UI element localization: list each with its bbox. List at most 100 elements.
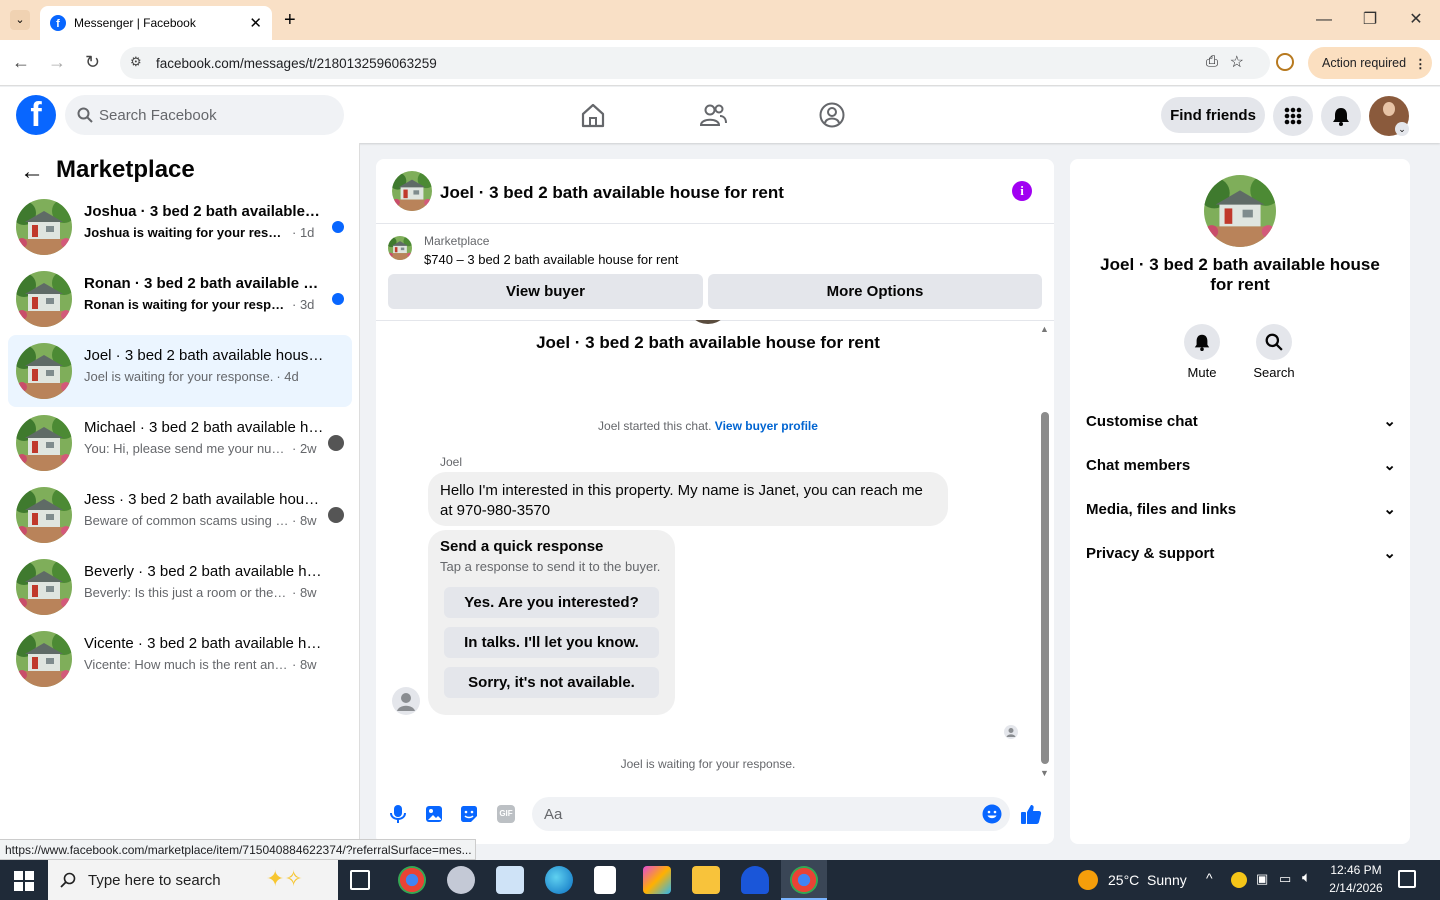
message-bubble[interactable]: Hello I'm interested in this property. M… (428, 472, 948, 526)
chat-members-row[interactable]: Chat members ⌄ (1086, 453, 1396, 477)
site-info-icon[interactable]: ⚙ (130, 54, 142, 70)
conversation-item[interactable]: Beverly · 3 bed 2 bath available house f… (8, 551, 352, 623)
clock-date[interactable]: 2/14/2026 (1326, 881, 1386, 895)
sun-icon (1078, 870, 1098, 890)
tab-list-icon[interactable]: ⌄ (10, 10, 30, 30)
gif-icon[interactable]: GIF (497, 805, 515, 823)
close-tab-icon[interactable]: ✕ (249, 14, 262, 32)
preview-text: Vicente: How much is the rent and when (84, 657, 289, 672)
task-view-icon[interactable] (350, 870, 370, 890)
document-app-icon[interactable] (594, 866, 616, 894)
search-conversation-button[interactable] (1256, 324, 1292, 360)
edge-app-icon[interactable] (545, 866, 573, 894)
message-input[interactable]: Aa (532, 797, 1010, 831)
notifications-button[interactable] (1321, 96, 1361, 136)
listing-thumbnail[interactable] (388, 236, 412, 260)
tray-app-icon[interactable] (1231, 872, 1247, 888)
customise-chat-row[interactable]: Customise chat ⌄ (1086, 409, 1396, 433)
view-buyer-button[interactable]: View buyer (388, 274, 703, 309)
copilot-app-icon[interactable] (643, 866, 671, 894)
listing-thumbnail (16, 343, 72, 399)
back-icon[interactable]: ← (12, 52, 30, 73)
quick-reply-not-available-button[interactable]: Sorry, it's not available. (444, 667, 659, 698)
search-icon (1265, 333, 1283, 351)
home-icon[interactable] (578, 100, 608, 130)
conversation-preview: Beverly: Is this just a room or the whol… (84, 585, 329, 600)
facebook-logo-icon[interactable]: f (16, 95, 56, 135)
volume-icon[interactable]: 🔈︎ (1302, 869, 1311, 886)
friends-icon[interactable] (698, 100, 728, 130)
file-explorer-icon[interactable] (692, 866, 720, 894)
preview-time: · 8w (292, 513, 317, 528)
chrome-app-icon[interactable] (398, 866, 426, 894)
facebook-search-input[interactable]: Search Facebook (65, 95, 344, 135)
photo-icon[interactable] (425, 805, 443, 823)
groups-icon[interactable] (817, 100, 847, 130)
conversation-item[interactable]: Michael · 3 bed 2 bath available house f… (8, 407, 352, 479)
chevron-down-icon: ⌄ (1383, 545, 1396, 562)
privacy-support-row[interactable]: Privacy & support ⌄ (1086, 541, 1396, 565)
read-receipt-avatar (328, 507, 344, 523)
scroll-down-icon[interactable]: ▼ (1040, 768, 1049, 778)
browser-tab[interactable]: f Messenger | Facebook ✕ (40, 6, 272, 40)
back-arrow-icon[interactable]: ← (20, 158, 44, 186)
clock-time[interactable]: 12:46 PM (1326, 863, 1386, 877)
conversation-item[interactable]: Ronan · 3 bed 2 bath available house for… (8, 263, 352, 335)
scroll-thumb[interactable] (1041, 412, 1049, 764)
thumbs-up-icon[interactable] (1020, 803, 1042, 825)
app-icon[interactable] (447, 866, 475, 894)
find-friends-button[interactable]: Find friends (1161, 97, 1265, 133)
conversation-item[interactable]: Vicente · 3 bed 2 bath available house f… (8, 623, 352, 695)
windows-start-icon[interactable] (14, 871, 34, 891)
mute-button[interactable] (1184, 324, 1220, 360)
chevron-down-icon[interactable]: ⌄ (1395, 122, 1409, 136)
notification-center-icon[interactable] (1398, 870, 1416, 888)
listing-title[interactable]: $740 – 3 bed 2 bath available house for … (424, 252, 678, 267)
restore-icon[interactable]: ❐ (1360, 10, 1380, 30)
menu-grid-button[interactable] (1273, 96, 1313, 136)
view-buyer-profile-link[interactable]: View buyer profile (715, 419, 818, 433)
profile-icon[interactable] (1276, 53, 1294, 71)
sticker-icon[interactable] (460, 805, 478, 823)
listing-thumbnail (16, 487, 72, 543)
close-window-icon[interactable]: ✕ (1406, 10, 1426, 30)
weather-text[interactable]: 25°C Sunny (1108, 872, 1187, 888)
facebook-favicon-icon: f (50, 15, 66, 31)
emoji-icon[interactable] (982, 804, 1002, 824)
preview-time: · 8w (292, 657, 317, 672)
conversation-item[interactable]: Joel · 3 bed 2 bath available house for … (8, 335, 352, 407)
action-required-button[interactable]: Action required ⋮ (1308, 47, 1432, 79)
notepad-app-icon[interactable] (496, 866, 524, 894)
chevron-down-icon: ⌄ (1383, 457, 1396, 474)
network-icon[interactable]: ▭ (1279, 871, 1291, 887)
chevron-up-icon[interactable]: ^ (1206, 870, 1213, 886)
bell-icon (1333, 108, 1349, 126)
install-app-icon[interactable]: ⎙ (1206, 53, 1218, 70)
media-files-links-row[interactable]: Media, files and links ⌄ (1086, 497, 1396, 521)
chat-title[interactable]: Joel · 3 bed 2 bath available house for … (440, 183, 784, 203)
bookmark-star-icon[interactable]: ☆ (1230, 52, 1244, 72)
forward-icon[interactable]: → (48, 52, 66, 73)
quick-reply-in-talks-button[interactable]: In talks. I'll let you know. (444, 627, 659, 658)
scroll-up-icon[interactable]: ▲ (1040, 324, 1049, 334)
url-field[interactable]: ⚙ facebook.com/messages/t/21801325960632… (120, 47, 1270, 79)
waiting-notice: Joel is waiting for your response. (620, 757, 796, 771)
conversation-item[interactable]: Jess · 3 bed 2 bath available house for … (8, 479, 352, 551)
new-tab-icon[interactable]: + (284, 9, 296, 32)
sparkle-icon: ✦✧ (266, 866, 303, 891)
app-icon[interactable] (741, 866, 769, 894)
microphone-icon[interactable] (389, 804, 407, 824)
info-icon[interactable]: i (1012, 181, 1032, 201)
quick-reply-yes-button[interactable]: Yes. Are you interested? (444, 587, 659, 618)
kebab-menu-icon[interactable]: ⋮ (1414, 56, 1427, 71)
account-avatar[interactable]: ⌄ (1369, 96, 1409, 136)
sender-name: Joel (440, 455, 463, 469)
conversation-item[interactable]: Joshua · 3 bed 2 bath available house fo… (8, 191, 352, 263)
minimize-icon[interactable]: — (1314, 10, 1334, 30)
reload-icon[interactable]: ↻ (85, 52, 100, 73)
meeting-icon[interactable]: ▣ (1256, 871, 1268, 887)
more-options-button[interactable]: More Options (708, 274, 1042, 309)
active-chrome-taskbar-button[interactable] (781, 860, 827, 900)
taskbar-search-input[interactable]: Type here to search ✦✧ (48, 860, 338, 900)
chat-scrollbar[interactable]: ▲ ▼ (1040, 322, 1050, 780)
